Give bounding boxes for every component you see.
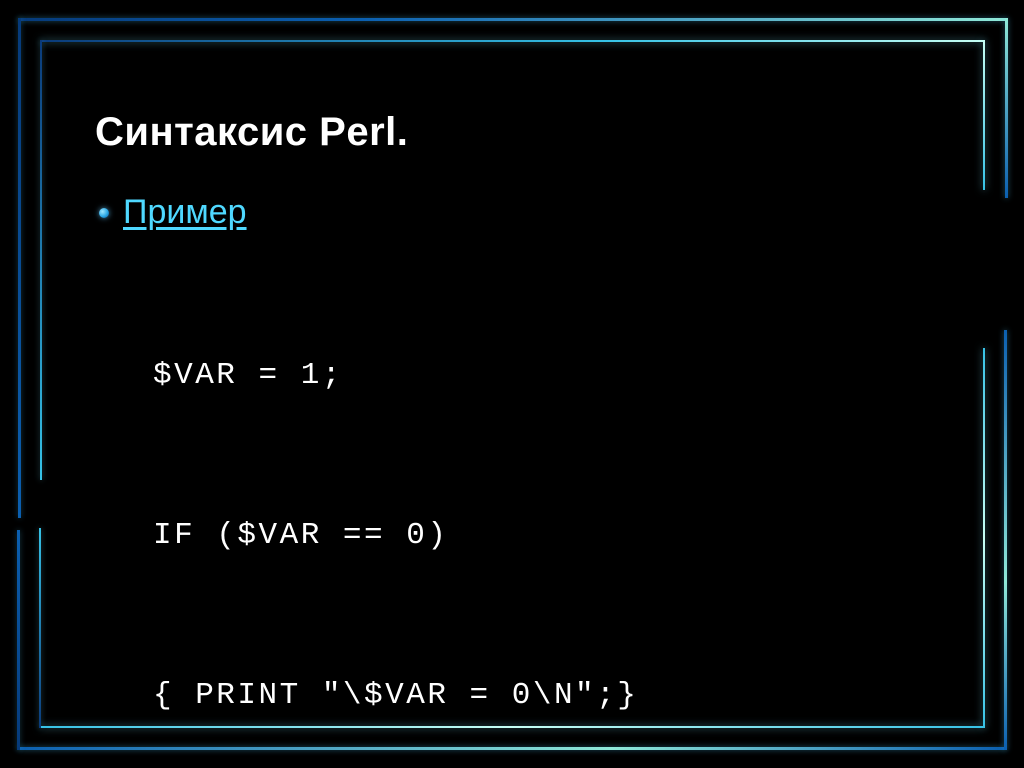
- frame-inner-top: [40, 40, 984, 42]
- example-link[interactable]: Пример: [123, 193, 247, 232]
- code-line: IF ($VAR == 0): [153, 509, 944, 562]
- bullet-icon: [99, 208, 109, 218]
- code-block: $VAR = 1; IF ($VAR == 0) { PRINT "\$VAR …: [153, 242, 944, 768]
- presentation-slide: Синтаксис Perl. Пример $VAR = 1; IF ($VA…: [0, 0, 1024, 768]
- slide-title: Синтаксис Perl.: [95, 110, 944, 155]
- code-line: { PRINT "\$VAR = 0\N";}: [153, 669, 944, 722]
- bullet-item: Пример: [99, 193, 944, 232]
- frame-inner-left: [40, 40, 42, 480]
- slide-content: Синтаксис Perl. Пример $VAR = 1; IF ($VA…: [95, 110, 944, 768]
- frame-outer-top: [18, 18, 1006, 21]
- frame-outer-left: [18, 18, 21, 518]
- code-line: $VAR = 1;: [153, 349, 944, 402]
